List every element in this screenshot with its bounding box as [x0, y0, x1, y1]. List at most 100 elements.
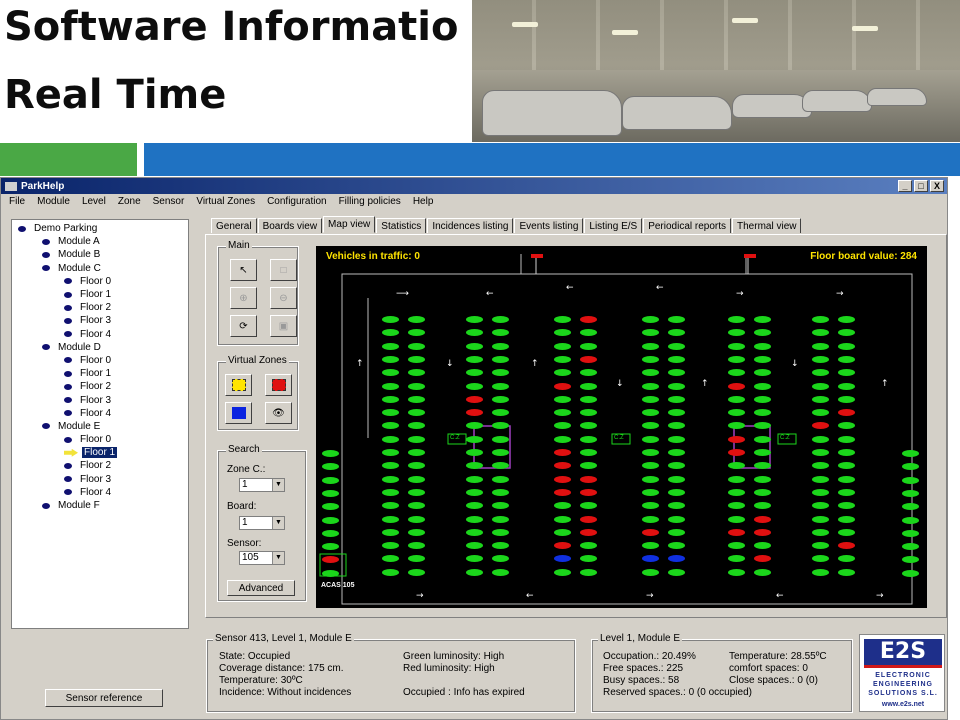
parking-spot[interactable] — [838, 382, 855, 390]
parking-spot[interactable] — [902, 516, 919, 524]
tab-listing-es[interactable]: Listing E/S — [584, 218, 643, 233]
menu-virtual-zones[interactable]: Virtual Zones — [196, 196, 255, 207]
parking-spot[interactable] — [668, 488, 685, 496]
parking-spot[interactable] — [382, 528, 399, 536]
parking-spot[interactable] — [382, 515, 399, 523]
parking-spot[interactable] — [754, 475, 771, 483]
parking-spot[interactable] — [812, 488, 829, 496]
parking-spot[interactable] — [642, 449, 659, 456]
parking-spot[interactable] — [754, 568, 771, 576]
zone-red-button[interactable] — [265, 374, 292, 396]
parking-spot[interactable] — [838, 449, 855, 456]
parking-spot[interactable] — [754, 515, 771, 523]
menu-sensor[interactable]: Sensor — [153, 196, 185, 207]
parking-spot[interactable] — [668, 382, 685, 390]
parking-spot[interactable] — [902, 569, 919, 577]
parking-spot[interactable] — [754, 395, 771, 403]
tab-events-listing[interactable]: Events listing — [514, 218, 584, 233]
menu-zone[interactable]: Zone — [118, 196, 141, 207]
parking-spot[interactable] — [382, 382, 399, 390]
tree-node[interactable]: Floor 0 — [12, 433, 188, 446]
parking-spot[interactable] — [838, 568, 855, 576]
parking-spot[interactable] — [466, 528, 483, 536]
parking-spot[interactable] — [492, 316, 509, 323]
parking-spot[interactable] — [554, 488, 571, 496]
parking-spot[interactable] — [728, 528, 745, 536]
parking-spot[interactable] — [580, 449, 597, 456]
parking-spot[interactable] — [408, 488, 425, 496]
menu-level[interactable]: Level — [82, 196, 106, 207]
parking-spot[interactable] — [668, 515, 685, 523]
parking-spot[interactable] — [728, 395, 745, 403]
parking-spot[interactable] — [408, 316, 425, 323]
parking-spot[interactable] — [466, 435, 483, 443]
parking-spot[interactable] — [580, 355, 597, 363]
parking-spot[interactable] — [382, 568, 399, 576]
refresh-button[interactable]: ⟳ — [230, 315, 257, 337]
parking-spot[interactable] — [492, 449, 509, 456]
tab-map-view[interactable]: Map view — [323, 216, 376, 233]
parking-spot[interactable] — [554, 395, 571, 403]
tree-node[interactable]: Module F — [12, 499, 188, 512]
parking-spot[interactable] — [728, 449, 745, 456]
tree-node[interactable]: Floor 3 — [12, 473, 188, 486]
parking-spot[interactable] — [408, 355, 425, 363]
parking-spot[interactable] — [668, 355, 685, 363]
parking-spot[interactable] — [554, 515, 571, 523]
parking-spot[interactable] — [642, 382, 659, 390]
tree-node[interactable]: Floor 4 — [12, 407, 188, 420]
parking-spot[interactable] — [812, 395, 829, 403]
parking-spot[interactable] — [838, 355, 855, 363]
parking-spot[interactable] — [668, 342, 685, 350]
tree-node[interactable]: Floor 3 — [12, 393, 188, 406]
parking-spot[interactable] — [838, 395, 855, 403]
parking-map[interactable]: ⟶ ← ← ← → → ↑ ↓ ↑ ↓ ↑ ↓ ↑ → ← → ← → Vehicles in traf… — [316, 246, 927, 608]
zone-blue-button[interactable] — [225, 402, 252, 424]
parking-spot[interactable] — [580, 568, 597, 576]
parking-spot[interactable] — [642, 568, 659, 576]
tab-general[interactable]: General — [211, 218, 257, 233]
parking-spot[interactable] — [754, 488, 771, 496]
parking-spot[interactable] — [408, 435, 425, 443]
parking-spot[interactable] — [554, 355, 571, 363]
parking-spot[interactable] — [580, 475, 597, 483]
parking-spot[interactable] — [812, 568, 829, 576]
parking-spot[interactable] — [902, 489, 919, 497]
zoom-in-button[interactable]: ⊕ — [230, 287, 257, 309]
parking-spot[interactable] — [382, 395, 399, 403]
parking-spot[interactable] — [728, 342, 745, 350]
parking-spot[interactable] — [668, 528, 685, 536]
tree-node[interactable]: Floor 1 — [12, 288, 188, 301]
parking-spot[interactable] — [642, 515, 659, 523]
parking-spot[interactable] — [322, 476, 339, 484]
zone-select[interactable]: 1 ▼ — [239, 478, 285, 492]
parking-spot[interactable] — [466, 355, 483, 363]
parking-spot[interactable] — [580, 316, 597, 323]
parking-spot[interactable] — [812, 435, 829, 443]
parking-spot[interactable] — [642, 316, 659, 323]
parking-spot[interactable] — [466, 449, 483, 456]
parking-spot[interactable] — [754, 316, 771, 323]
menu-file[interactable]: File — [9, 196, 25, 207]
parking-spot[interactable] — [812, 316, 829, 323]
parking-spot[interactable] — [408, 515, 425, 523]
parking-spot[interactable] — [838, 435, 855, 443]
parking-spot[interactable] — [838, 528, 855, 536]
parking-spot[interactable] — [838, 488, 855, 496]
parking-spot[interactable] — [580, 488, 597, 496]
tab-periodical-reports[interactable]: Periodical reports — [643, 218, 732, 233]
parking-spot[interactable] — [812, 342, 829, 350]
parking-spot[interactable] — [466, 316, 483, 323]
pointer-tool-button[interactable]: ↖ — [230, 259, 257, 281]
parking-spot[interactable] — [408, 475, 425, 483]
parking-spot[interactable] — [642, 395, 659, 403]
parking-spot[interactable] — [754, 382, 771, 390]
zoom-out-button[interactable]: ⊖ — [270, 287, 297, 309]
parking-spot[interactable] — [322, 529, 339, 537]
menu-help[interactable]: Help — [413, 196, 434, 207]
parking-spot[interactable] — [580, 528, 597, 536]
tree-node[interactable]: Module D — [12, 341, 188, 354]
parking-spot[interactable] — [668, 395, 685, 403]
parking-spot[interactable] — [642, 435, 659, 443]
parking-spot[interactable] — [754, 355, 771, 363]
